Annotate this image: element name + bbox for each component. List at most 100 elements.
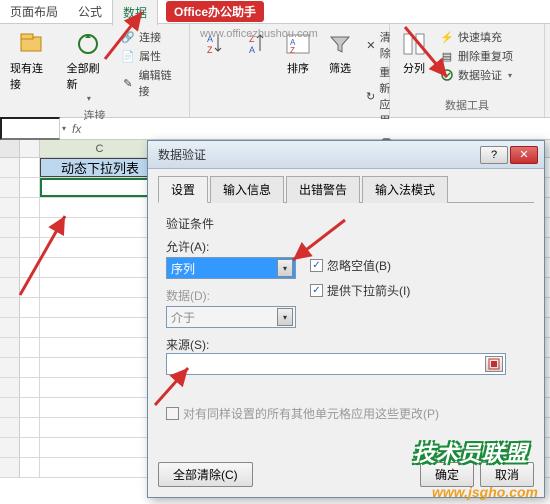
existing-connections-button[interactable]: 现有连接 (6, 28, 57, 94)
tab-page-layout[interactable]: 页面布局 (0, 0, 68, 24)
active-cell[interactable] (40, 178, 160, 197)
row-header[interactable] (0, 378, 20, 397)
close-button[interactable]: ✕ (510, 146, 538, 164)
cell[interactable] (20, 338, 40, 357)
cell[interactable] (40, 458, 160, 477)
watermark-jsy: 技术员联盟 (413, 436, 528, 468)
allow-value: 序列 (171, 260, 195, 277)
cell[interactable] (40, 438, 160, 457)
ignore-blank-checkbox[interactable]: ✓ (310, 259, 323, 272)
select-all-corner[interactable] (0, 140, 20, 157)
row-header[interactable] (0, 198, 20, 217)
cell[interactable] (20, 378, 40, 397)
text-to-columns-button[interactable]: 分列 (396, 28, 432, 78)
name-box[interactable] (0, 117, 60, 140)
dropdown-caret-icon: ▾ (508, 71, 512, 80)
existing-connections-icon (17, 30, 45, 58)
cell[interactable] (20, 218, 40, 237)
row-header[interactable] (0, 398, 20, 417)
cell[interactable] (20, 198, 40, 217)
cell[interactable] (40, 398, 160, 417)
cell[interactable] (20, 358, 40, 377)
data-validation-button[interactable]: 数据验证▾ (438, 66, 515, 84)
tab-input-message[interactable]: 输入信息 (210, 176, 284, 203)
col-header-b[interactable] (20, 140, 40, 157)
row-header[interactable] (0, 318, 20, 337)
fx-label[interactable]: fx (66, 122, 87, 136)
remove-duplicates-button[interactable]: ▤删除重复项 (438, 47, 515, 65)
row-header[interactable] (0, 458, 20, 477)
cell[interactable] (20, 258, 40, 277)
cell[interactable] (40, 238, 160, 257)
flash-fill-button[interactable]: ⚡快速填充 (438, 28, 515, 46)
cell[interactable] (40, 318, 160, 337)
apply-others-checkbox (166, 407, 179, 420)
cell[interactable] (20, 458, 40, 477)
properties-button[interactable]: 📄属性 (119, 47, 183, 65)
cell[interactable] (20, 158, 40, 177)
tab-settings[interactable]: 设置 (158, 176, 208, 203)
cell[interactable] (20, 418, 40, 437)
allow-label: 允许(A): (166, 238, 296, 255)
cell[interactable] (40, 378, 160, 397)
cell-header[interactable]: 动态下拉列表 (40, 158, 160, 177)
allow-combobox[interactable]: 序列 ▾ (166, 257, 296, 279)
refresh-all-button[interactable]: 全部刷新 ▾ (63, 28, 114, 105)
connections-button[interactable]: 🔗连接 (119, 28, 183, 46)
cell[interactable] (40, 218, 160, 237)
range-selector-button[interactable] (485, 356, 503, 372)
source-input[interactable] (166, 353, 506, 375)
cell[interactable] (20, 398, 40, 417)
cell[interactable] (20, 298, 40, 317)
cell[interactable] (20, 278, 40, 297)
filter-label: 筛选 (329, 60, 351, 76)
row-header[interactable] (0, 278, 20, 297)
cell[interactable] (40, 418, 160, 437)
cell[interactable] (40, 358, 160, 377)
validation-criteria-label: 验证条件 (166, 215, 526, 232)
cell[interactable] (40, 298, 160, 317)
refresh-all-label: 全部刷新 (67, 60, 110, 92)
row-header[interactable] (0, 258, 20, 277)
row-header[interactable] (0, 338, 20, 357)
row-header[interactable] (0, 238, 20, 257)
cell[interactable] (40, 258, 160, 277)
dropdown-button-icon[interactable]: ▾ (277, 259, 293, 277)
cell[interactable] (20, 438, 40, 457)
brand-badge: Office办公助手 (166, 1, 264, 22)
dialog-titlebar[interactable]: 数据验证 ? ✕ (148, 141, 544, 169)
row-header[interactable] (0, 218, 20, 237)
dialog-title: 数据验证 (154, 146, 206, 163)
data-validation-icon (440, 68, 454, 82)
tab-data[interactable]: 数据 (112, 0, 158, 26)
edit-links-button[interactable]: ✎编辑链接 (119, 66, 183, 100)
row-header[interactable] (0, 358, 20, 377)
row-header[interactable] (0, 418, 20, 437)
help-button[interactable]: ? (480, 146, 508, 164)
dropdown-arrow-checkbox[interactable]: ✓ (310, 284, 323, 297)
cell[interactable] (20, 238, 40, 257)
cell[interactable] (40, 198, 160, 217)
group-data-tools: 分列 ⚡快速填充 ▤删除重复项 数据验证▾ 数据工具 (390, 24, 545, 117)
reapply-icon: ↻ (366, 89, 375, 103)
col-header-c[interactable]: C (40, 140, 160, 157)
row-header[interactable] (0, 178, 20, 197)
row-header[interactable] (0, 158, 20, 177)
links-icon: 🔗 (121, 30, 135, 44)
clear-icon: ✕ (366, 38, 376, 52)
tab-error-alert[interactable]: 出错警告 (286, 176, 360, 203)
cell[interactable] (40, 338, 160, 357)
row-header[interactable] (0, 438, 20, 457)
tab-formulas[interactable]: 公式 (68, 0, 112, 24)
text-to-columns-label: 分列 (403, 60, 425, 76)
cell[interactable] (20, 178, 40, 197)
row-header[interactable] (0, 298, 20, 317)
cell[interactable] (40, 278, 160, 297)
dropdown-arrow-label: 提供下拉箭头(I) (327, 282, 410, 299)
formula-input[interactable] (87, 119, 550, 138)
filter-button[interactable]: 筛选 (322, 28, 358, 78)
dropdown-caret-icon: ▾ (87, 94, 91, 103)
tab-ime-mode[interactable]: 输入法模式 (362, 176, 448, 203)
clear-all-button[interactable]: 全部清除(C) (158, 462, 253, 487)
cell[interactable] (20, 318, 40, 337)
